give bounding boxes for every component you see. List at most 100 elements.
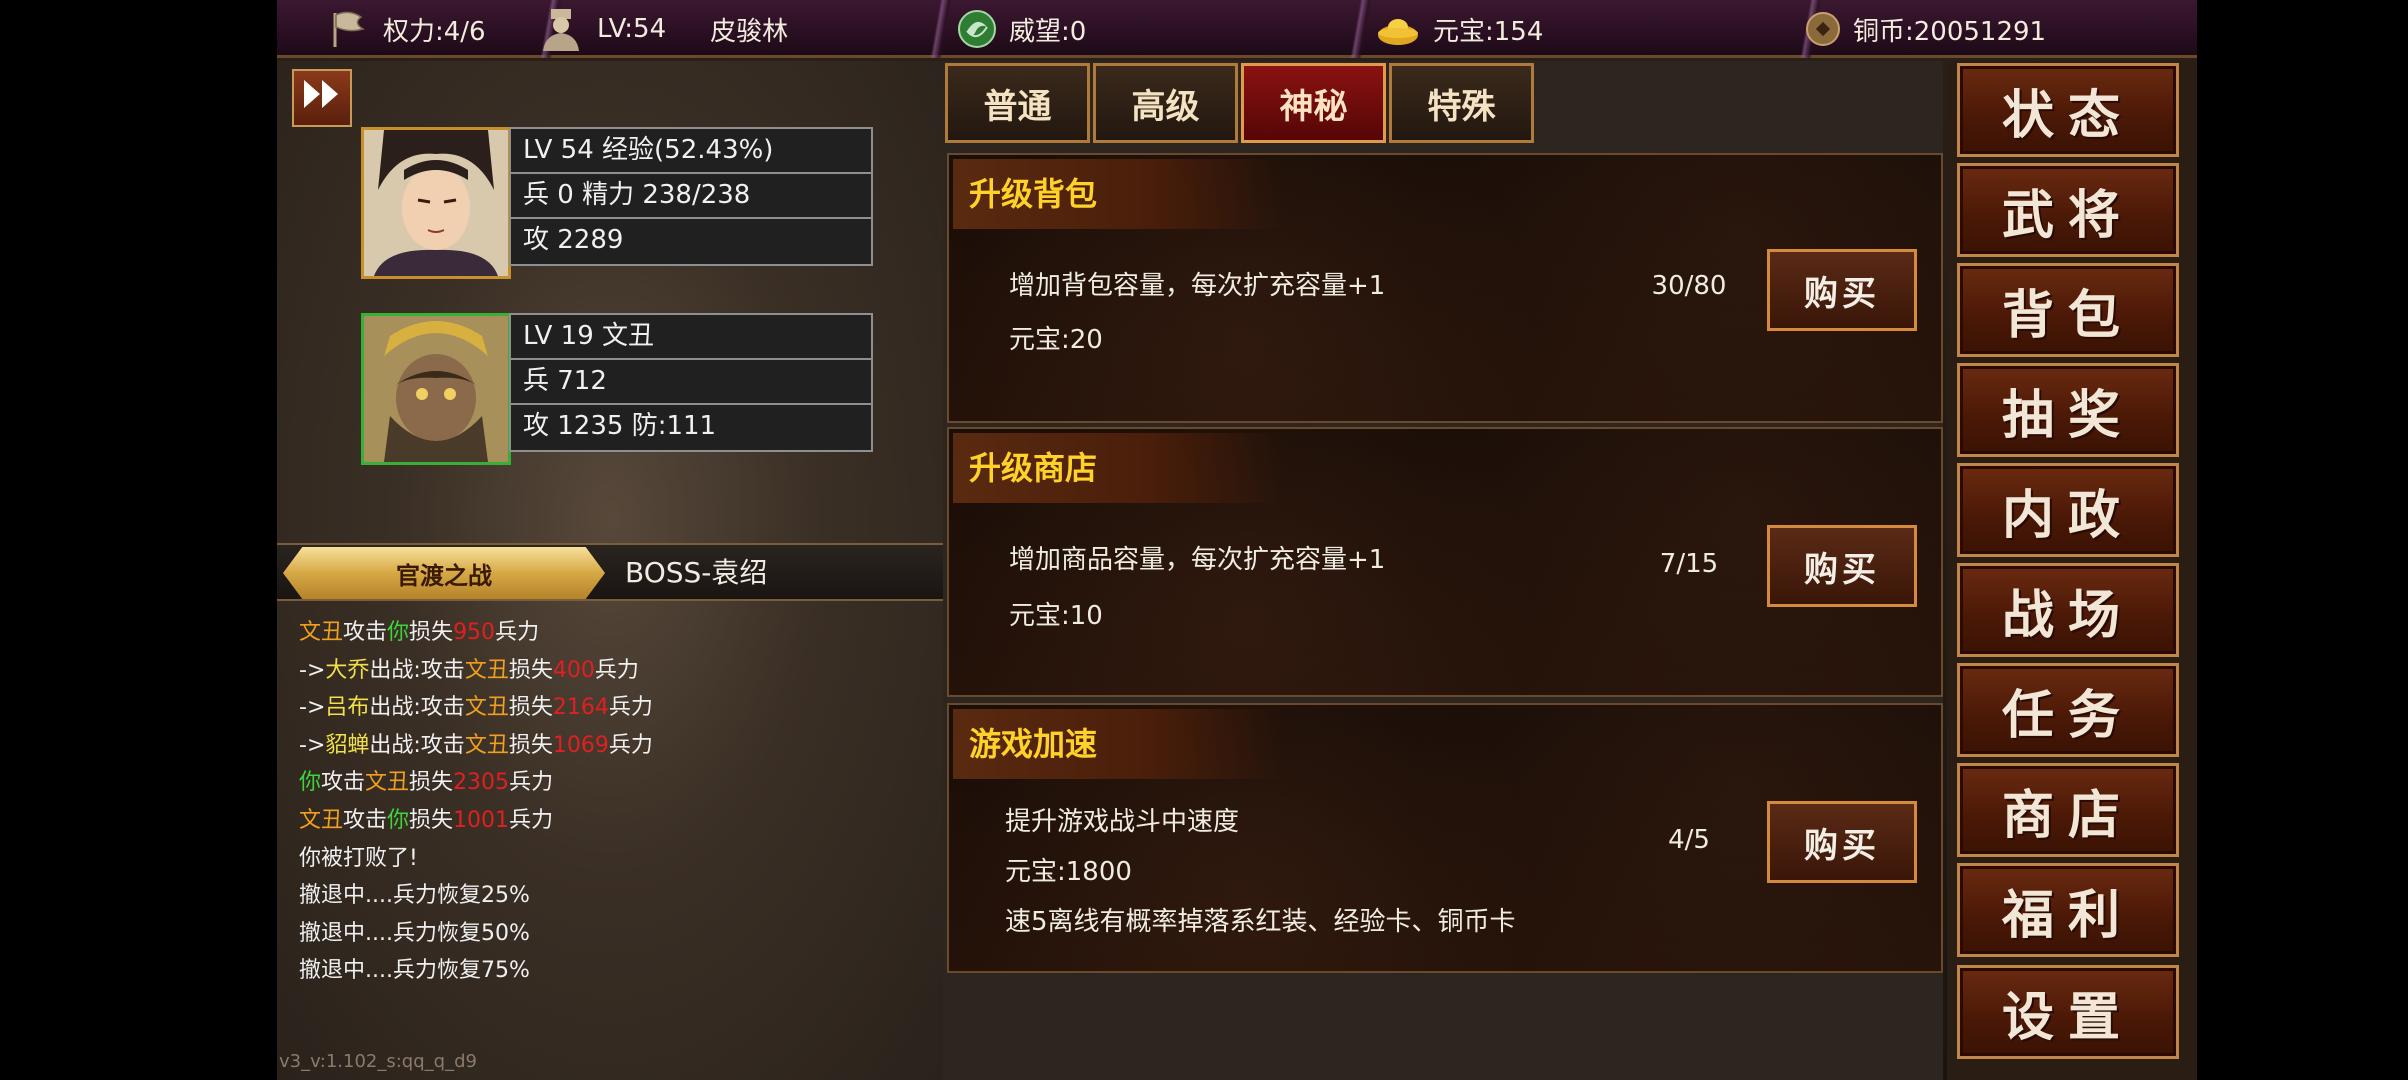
menu-lottery[interactable]: 抽奖 bbox=[1957, 363, 2179, 457]
battle-log-segment: 文丑 bbox=[464, 732, 509, 758]
enemy-troops: 兵 712 bbox=[511, 360, 871, 405]
menu-tasks-label: 任务 bbox=[2001, 685, 2134, 746]
menu-internal-affairs[interactable]: 内政 bbox=[1957, 463, 2179, 557]
yuanbao-value: 元宝:154 bbox=[1433, 16, 1544, 47]
battle-log-segment: 1001 bbox=[453, 807, 510, 833]
battle-log-segment: 损失 bbox=[508, 732, 553, 758]
fast-forward-button[interactable] bbox=[292, 69, 352, 127]
battle-log-segment: 兵力 bbox=[594, 657, 639, 683]
menu-tasks[interactable]: 任务 bbox=[1957, 663, 2179, 757]
tab-special[interactable]: 特殊 bbox=[1389, 63, 1534, 143]
buy-button[interactable]: 购买 bbox=[1767, 525, 1917, 607]
battle-log-segment: 撤退中....兵力恢复50% bbox=[299, 920, 530, 946]
battle-log-line: 文丑攻击你损失950兵力 bbox=[299, 614, 919, 652]
tab-advanced[interactable]: 高级 bbox=[1093, 63, 1238, 143]
item-description: 增加背包容量，每次扩充容量+1 bbox=[1009, 271, 1386, 301]
gold-ingot-icon bbox=[1375, 9, 1421, 49]
prestige-icon bbox=[957, 9, 997, 49]
battle-log-segment: 1069 bbox=[552, 732, 609, 758]
battle-log-line: 你被打败了! bbox=[299, 840, 919, 878]
battle-log-segment: -> bbox=[299, 695, 326, 721]
hero-level-exp: LV 54 经验(52.43%) bbox=[511, 129, 871, 174]
menu-battlefield[interactable]: 战场 bbox=[1957, 563, 2179, 657]
battle-log-segment: 你 bbox=[387, 807, 410, 833]
menu-bag[interactable]: 背包 bbox=[1957, 263, 2179, 357]
tab-mystery[interactable]: 神秘 bbox=[1241, 63, 1386, 143]
battle-stage-label: 官渡之战 bbox=[396, 561, 492, 590]
battle-log-line: ->吕布出战:攻击文丑损失2164兵力 bbox=[299, 689, 919, 727]
shop-panel: 普通 高级 神秘 特殊 升级背包 增加背包容量，每次扩充容量+1 元宝:20 3… bbox=[943, 61, 1943, 1080]
item-note: 速5离线有概率掉落系红装、经验卡、铜币卡 bbox=[1005, 907, 1516, 937]
battle-log-segment: 吕布 bbox=[325, 695, 370, 721]
item-title: 升级背包 bbox=[953, 159, 1283, 229]
item-price: 元宝:10 bbox=[1009, 601, 1103, 631]
version-label: v3_v:1.102_s:qq_q_d9 bbox=[279, 1051, 477, 1072]
tab-normal-label: 普通 bbox=[983, 86, 1052, 127]
tab-normal[interactable]: 普通 bbox=[945, 63, 1090, 143]
shop-item-upgrade-bag: 升级背包 增加背包容量，每次扩充容量+1 元宝:20 30/80 购买 bbox=[947, 153, 1943, 423]
item-price: 元宝:20 bbox=[1009, 325, 1103, 355]
power-value: 权力:4/6 bbox=[383, 16, 486, 47]
tab-advanced-label: 高级 bbox=[1131, 86, 1200, 127]
flag-icon bbox=[327, 7, 371, 51]
battle-log-segment: -> bbox=[299, 732, 326, 758]
hero-troops-energy: 兵 0 精力 238/238 bbox=[511, 174, 871, 219]
battle-log: 文丑攻击你损失950兵力 ->大乔出战:攻击文丑损失400兵力 ->吕布出战:攻击文… bbox=[299, 614, 919, 990]
battle-log-segment: 攻击 bbox=[343, 807, 388, 833]
battle-log-segment: 损失 bbox=[409, 807, 454, 833]
item-description: 增加商品容量，每次扩充容量+1 bbox=[1009, 545, 1386, 575]
battle-log-segment: 你被打败了! bbox=[299, 845, 418, 871]
battle-log-segment: 文丑 bbox=[299, 620, 344, 645]
buy-button-label: 购买 bbox=[1804, 549, 1880, 590]
battle-log-segment: 攻击 bbox=[343, 620, 388, 645]
menu-welfare-label: 福利 bbox=[2001, 885, 2134, 946]
shop-item-upgrade-shop: 升级商店 增加商品容量，每次扩充容量+1 元宝:10 7/15 购买 bbox=[947, 427, 1943, 697]
item-title: 升级商店 bbox=[953, 433, 1283, 503]
menu-settings-label: 设置 bbox=[2001, 987, 2134, 1048]
yuanbao-stat: 元宝:154 bbox=[1375, 0, 1543, 58]
battle-log-segment: 损失 bbox=[508, 695, 553, 721]
main-menu: 状态 武将 背包 抽奖 内政 战场 任务 商店 福利 设置 bbox=[1947, 61, 2197, 1080]
battle-log-segment: 损失 bbox=[409, 770, 454, 796]
menu-settings[interactable]: 设置 bbox=[1957, 965, 2179, 1059]
battle-log-segment: 兵力 bbox=[509, 807, 554, 833]
battle-log-segment: 2164 bbox=[552, 695, 609, 721]
menu-battlefield-label: 战场 bbox=[2001, 585, 2134, 646]
menu-lottery-label: 抽奖 bbox=[2001, 385, 2134, 446]
battle-log-segment: -> bbox=[299, 657, 326, 683]
level-value: LV:54 bbox=[597, 14, 667, 44]
battle-log-line: 撤退中....兵力恢复50% bbox=[299, 915, 919, 953]
item-count: 4/5 bbox=[1668, 825, 1710, 855]
left-panel: LV 54 经验(52.43%) 兵 0 精力 238/238 攻 2289 L… bbox=[277, 61, 943, 1080]
battle-log-segment: 2305 bbox=[453, 770, 510, 796]
battle-stage-tab[interactable]: 官渡之战 bbox=[283, 547, 605, 599]
hero-stats-wenchou: LV 19 文丑 兵 712 攻 1235 防:111 bbox=[509, 313, 873, 452]
battle-log-segment: 兵力 bbox=[608, 732, 653, 758]
item-description: 提升游戏战斗中速度 bbox=[1005, 807, 1240, 837]
battle-log-segment: 出战:攻击 bbox=[369, 732, 465, 758]
copper-stat: 铜币:20051291 bbox=[1805, 0, 2046, 58]
game-screen: 权力:4/6 LV:54 皮骏林 威望:0 元宝:154 铜币:20051291… bbox=[277, 0, 2197, 1080]
battle-header: 官渡之战 BOSS-袁绍 bbox=[277, 543, 943, 601]
buy-button[interactable]: 购买 bbox=[1767, 249, 1917, 331]
menu-generals[interactable]: 武将 bbox=[1957, 163, 2179, 257]
menu-status[interactable]: 状态 bbox=[1957, 63, 2179, 157]
menu-welfare[interactable]: 福利 bbox=[1957, 863, 2179, 957]
battle-log-segment: 撤退中....兵力恢复75% bbox=[299, 958, 530, 984]
hero-portrait-wenchou[interactable] bbox=[361, 313, 511, 465]
menu-shop[interactable]: 商店 bbox=[1957, 763, 2179, 857]
battle-log-segment: 出战:攻击 bbox=[369, 657, 465, 683]
prestige-value: 威望:0 bbox=[1009, 16, 1087, 47]
wenchou-avatar-icon bbox=[364, 316, 508, 462]
battle-log-segment: 400 bbox=[552, 657, 595, 683]
battle-log-segment: 兵力 bbox=[608, 695, 653, 721]
battle-log-segment: 损失 bbox=[508, 657, 553, 683]
battle-log-segment: 你 bbox=[299, 770, 322, 796]
shop-item-game-speedup: 游戏加速 提升游戏战斗中速度 元宝:1800 速5离线有概率掉落系红装、经验卡、… bbox=[947, 703, 1943, 973]
hero-portrait-main[interactable] bbox=[361, 127, 511, 279]
battle-log-line: 撤退中....兵力恢复75% bbox=[299, 952, 919, 990]
battle-log-segment: 损失 bbox=[409, 620, 454, 645]
buy-button[interactable]: 购买 bbox=[1767, 801, 1917, 883]
battle-log-segment: 950 bbox=[453, 620, 496, 645]
hero-avatar-icon bbox=[364, 130, 508, 276]
